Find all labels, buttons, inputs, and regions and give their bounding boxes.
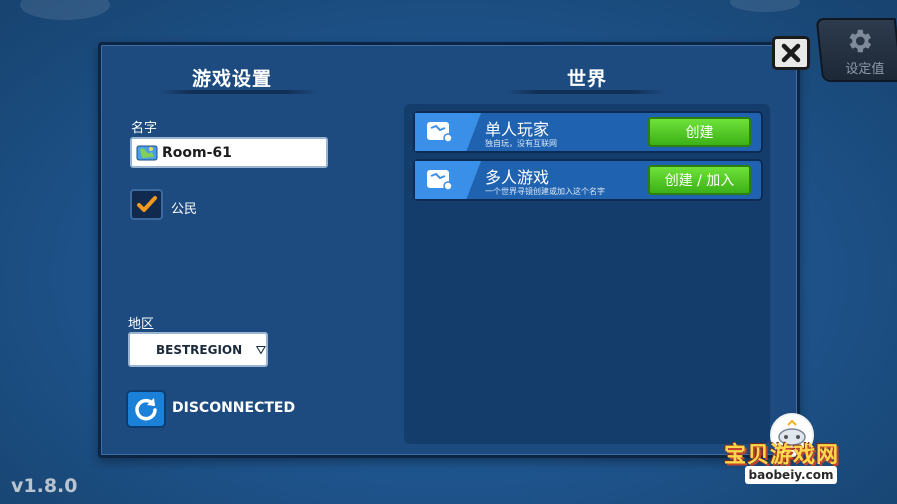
version-label: v1.8.0 bbox=[11, 475, 78, 497]
dropdown-arrow-icon bbox=[256, 345, 266, 354]
world-row-multiplayer[interactable]: 多人游戏 一个世界寻镜创建或加入这个名字 创建 / 加入 bbox=[413, 159, 763, 201]
world-description: 独自玩，没有互联网 bbox=[485, 139, 557, 148]
name-input[interactable] bbox=[162, 144, 312, 161]
close-icon bbox=[781, 43, 801, 63]
settings-tab[interactable]: 设定值 bbox=[815, 18, 897, 82]
map-icon bbox=[427, 122, 453, 143]
watermark-text: 宝贝游戏网 bbox=[724, 443, 840, 468]
reconnect-button[interactable] bbox=[126, 390, 166, 428]
game-settings-title: 游戏设置 bbox=[192, 68, 273, 90]
region-select[interactable]: BESTREGION bbox=[128, 332, 268, 367]
public-checkbox[interactable] bbox=[130, 189, 163, 220]
background-cloud bbox=[20, 0, 110, 20]
world-list bbox=[404, 104, 770, 444]
background-cloud bbox=[730, 0, 800, 12]
public-label: 公民 bbox=[171, 202, 198, 217]
create-join-button[interactable]: 创建 / 加入 bbox=[648, 165, 751, 195]
close-button[interactable] bbox=[772, 36, 810, 70]
world-thumbnail bbox=[415, 113, 481, 151]
world-description: 一个世界寻镜创建或加入这个名字 bbox=[485, 187, 605, 196]
world-title-text: 多人游戏 bbox=[485, 168, 550, 187]
gear-icon bbox=[849, 29, 872, 53]
region-value: BESTREGION bbox=[156, 342, 243, 357]
create-button[interactable]: 创建 bbox=[648, 117, 751, 147]
region-label: 地区 bbox=[128, 317, 155, 332]
map-icon bbox=[427, 170, 453, 191]
name-label: 名字 bbox=[131, 121, 158, 136]
name-field[interactable] bbox=[130, 137, 328, 168]
world-title: 世界 bbox=[567, 68, 608, 90]
settings-tab-label: 设定值 bbox=[845, 62, 885, 77]
watermark-url: baobeiy.com bbox=[745, 466, 837, 484]
refresh-icon bbox=[135, 398, 157, 421]
world-thumbnail bbox=[415, 161, 481, 199]
world-map-icon bbox=[136, 145, 158, 160]
world-title-text: 单人玩家 bbox=[485, 120, 550, 139]
checkmark-icon bbox=[136, 195, 157, 212]
world-row-single-player[interactable]: 单人玩家 独自玩，没有互联网 创建 bbox=[413, 111, 763, 153]
title-underline bbox=[158, 90, 318, 94]
title-underline bbox=[505, 90, 665, 94]
connection-status: DISCONNECTED bbox=[172, 400, 296, 416]
